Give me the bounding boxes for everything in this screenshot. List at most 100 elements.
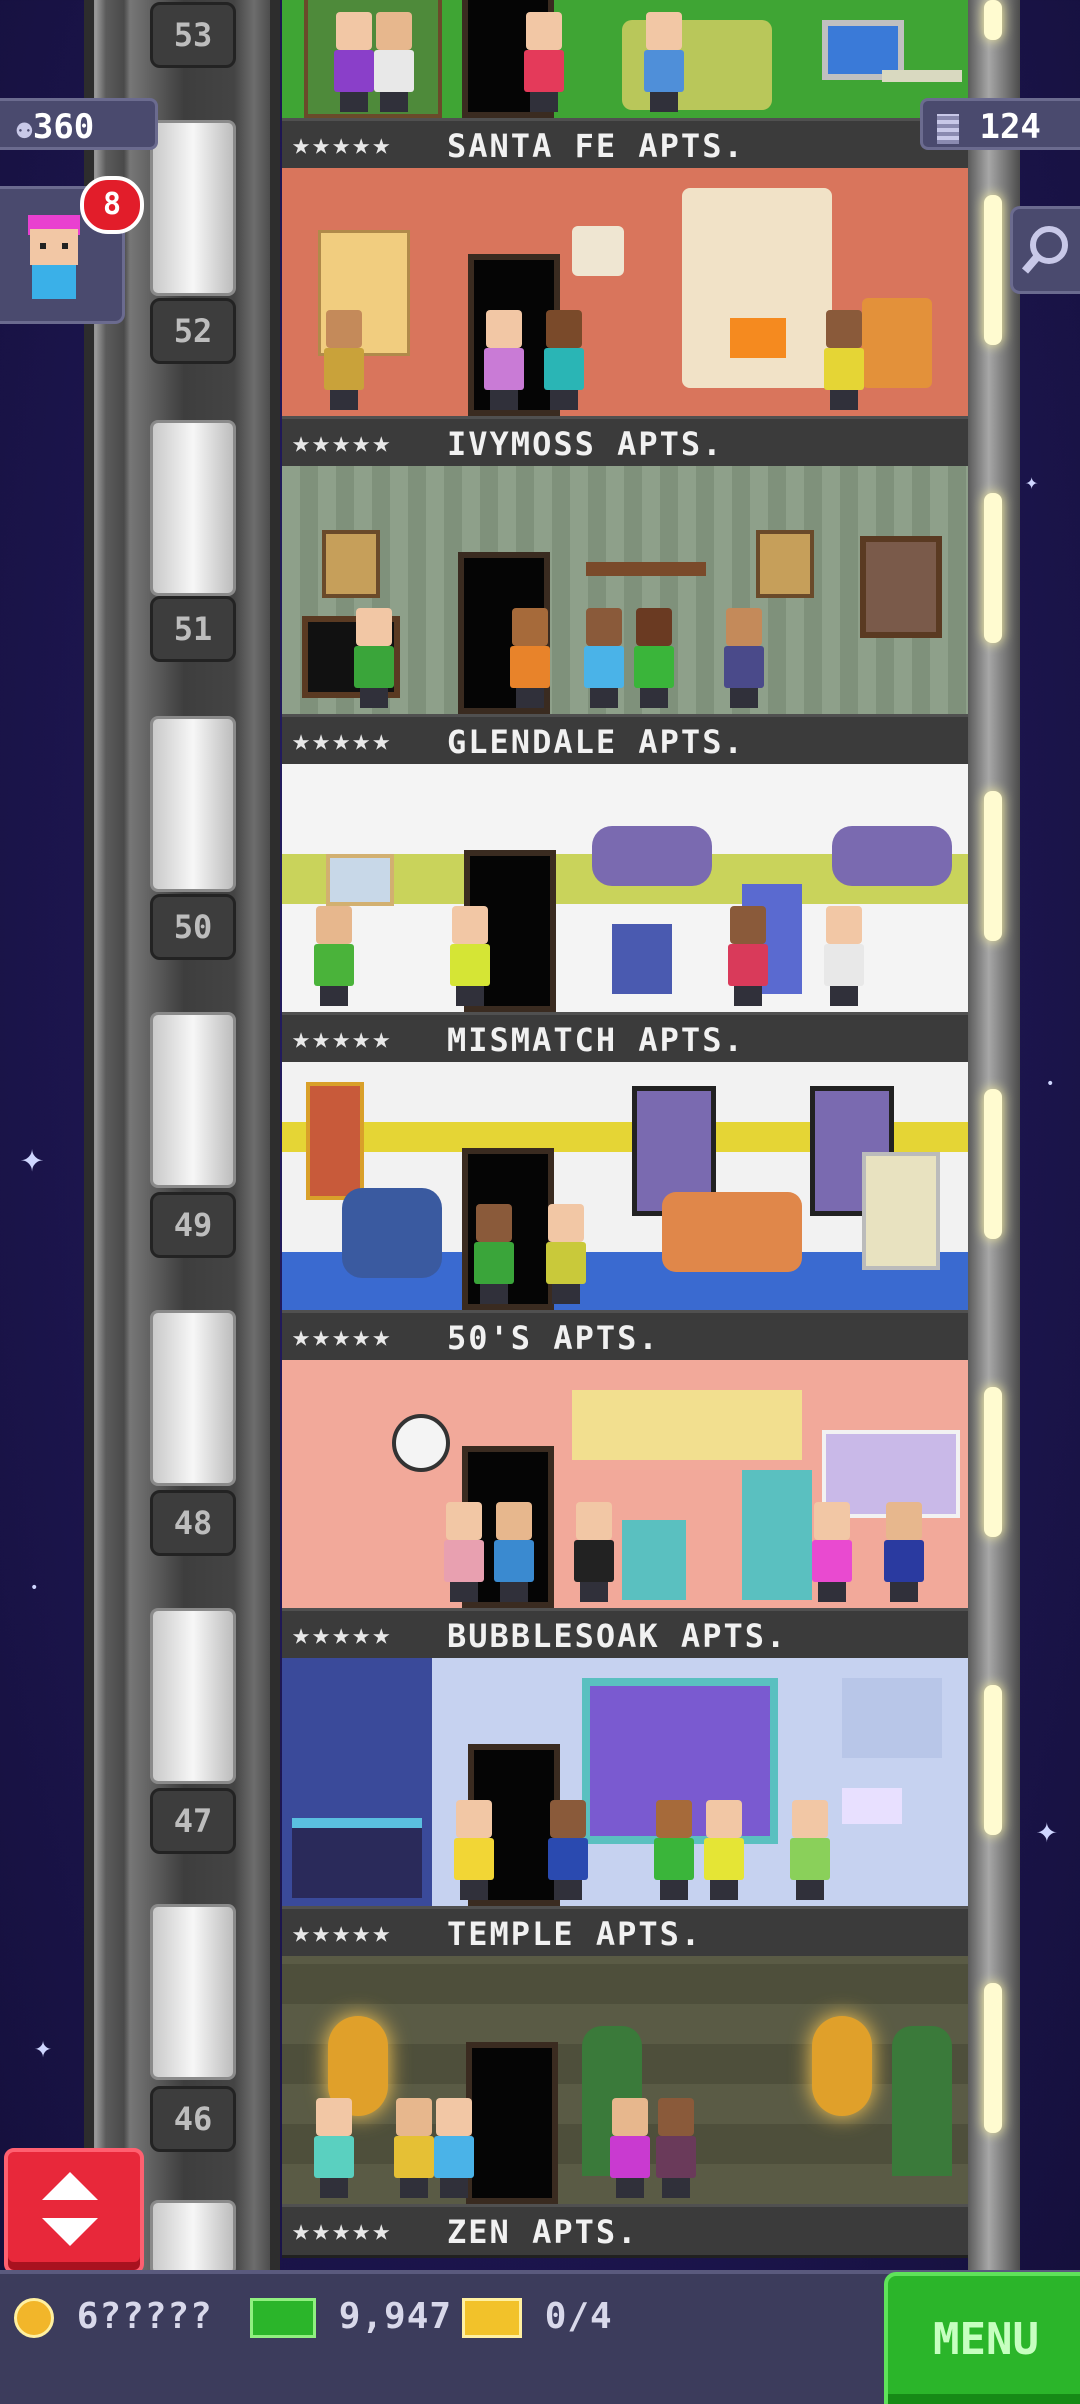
floor-number: 51 [150,596,236,662]
elevator-car [150,2200,236,2276]
floor-label-bar[interactable]: ★★★★★ 50'S APTS. [282,1310,968,1364]
bux-counter[interactable]: 9,947 [250,2296,452,2338]
room-interior[interactable] [282,1360,968,1618]
floor-name: ZEN APTS. [447,2213,639,2251]
fire [730,318,786,358]
sofa [662,1192,802,1272]
floor-number: 46 [150,2086,236,2152]
resident[interactable] [452,1800,496,1900]
floor-label-bar[interactable]: ★★★★★ MISMATCH APTS. [282,1012,968,1066]
search-button[interactable] [1010,206,1080,294]
fireplace [682,188,832,388]
floor-number: 49 [150,1192,236,1258]
floor-48[interactable]: ★★★★★ BUBBLESOAK APTS. [282,1360,968,1662]
resident[interactable] [642,12,686,112]
floor-53[interactable]: ★★★★★ SANTA FE APTS. [282,0,968,172]
resident[interactable] [442,1502,486,1602]
room-interior[interactable] [282,1956,968,2214]
resident[interactable] [822,906,866,1006]
floor-47[interactable]: ★★★★★ TEMPLE APTS. [282,1658,968,1960]
pipe-light [984,1983,1002,2133]
resident[interactable] [472,1204,516,1304]
picture-frame [756,530,814,598]
resident[interactable] [722,608,766,708]
resident[interactable] [822,310,866,410]
elevator-car [150,1310,236,1486]
resident[interactable] [572,1502,616,1602]
floor-49[interactable]: ★★★★★ 50'S APTS. [282,1062,968,1364]
elevator-button[interactable] [4,2148,144,2274]
resident[interactable] [392,2098,436,2198]
resident[interactable] [788,1800,832,1900]
room-interior[interactable] [282,1062,968,1320]
resident[interactable] [312,2098,356,2198]
floor-number: 47 [150,1788,236,1854]
resident[interactable] [508,608,552,708]
floor-51[interactable]: ★★★★★ GLENDALE APTS. [282,466,968,768]
floor-label-bar[interactable]: ★★★★★ TEMPLE APTS. [282,1906,968,1960]
tickets-value: 0/4 [544,2296,613,2337]
room-interior[interactable] [282,764,968,1022]
floor-label-bar[interactable]: ★★★★★ BUBBLESOAK APTS. [282,1608,968,1662]
floor-label-bar[interactable]: ★★★★★ ZEN APTS. [282,2204,968,2258]
floor-label-bar[interactable]: ★★★★★ SANTA FE APTS. [282,118,968,172]
person-icon: ⚉ [16,112,33,145]
magnifier-icon [1021,226,1068,274]
population-counter[interactable]: ⚉360 [0,98,158,150]
up-down-arrows-icon [42,2172,98,2246]
menu-button[interactable]: MENU [884,2272,1080,2404]
resident[interactable] [810,1502,854,1602]
floor-label-bar[interactable]: ★★★★★ IVYMOSS APTS. [282,416,968,470]
resident[interactable] [654,2098,698,2198]
resident[interactable] [882,1502,926,1602]
population-value: 360 [32,107,95,147]
resident[interactable] [652,1800,696,1900]
resident[interactable] [372,12,416,112]
pipe-light [984,1685,1002,1835]
room-interior[interactable] [282,466,968,724]
coin-icon [14,2298,54,2338]
resident[interactable] [608,2098,652,2198]
tickets-counter[interactable]: 0/4 [462,2296,613,2338]
floor-name: BUBBLESOAK APTS. [447,1617,788,1655]
floor-label-bar[interactable]: ★★★★★ GLENDALE APTS. [282,714,968,768]
resident[interactable] [702,1800,746,1900]
wall-clock [392,1414,450,1472]
retro-computer [862,1152,940,1270]
window [832,826,952,886]
ticket-icon [462,2298,522,2338]
room-interior[interactable] [282,1658,968,1916]
resident[interactable] [482,310,526,410]
resident[interactable] [582,608,626,708]
resident[interactable] [432,2098,476,2198]
lamp [842,1788,902,1824]
resident[interactable] [544,1204,588,1304]
room-interior[interactable] [282,168,968,426]
elevator-car [150,420,236,596]
resident[interactable] [312,906,356,1006]
bed [292,1818,422,1898]
resident[interactable] [322,310,366,410]
floor-52[interactable]: ★★★★★ IVYMOSS APTS. [282,168,968,470]
resident[interactable] [492,1502,536,1602]
resident[interactable] [632,608,676,708]
resident[interactable] [542,310,586,410]
floor-counter[interactable]: 124 [920,98,1080,150]
floor-name: IVYMOSS APTS. [447,425,724,463]
resident[interactable] [332,12,376,112]
coins-counter[interactable]: 6????? [14,2296,213,2338]
window [592,826,712,886]
bux-value: 9,947 [338,2296,453,2337]
floor-46[interactable]: ★★★★★ ZEN APTS. [282,1956,968,2258]
floor-stars: ★★★★★ [292,1021,393,1056]
resident[interactable] [352,608,396,708]
visitor-notification-badge[interactable]: 8 [80,176,144,234]
resident[interactable] [546,1800,590,1900]
resident[interactable] [726,906,770,1006]
resident[interactable] [522,12,566,112]
room-interior[interactable] [282,0,968,128]
shaft-rail-left [84,0,94,2270]
armchair [342,1188,442,1278]
floor-50[interactable]: ★★★★★ MISMATCH APTS. [282,764,968,1066]
resident[interactable] [448,906,492,1006]
